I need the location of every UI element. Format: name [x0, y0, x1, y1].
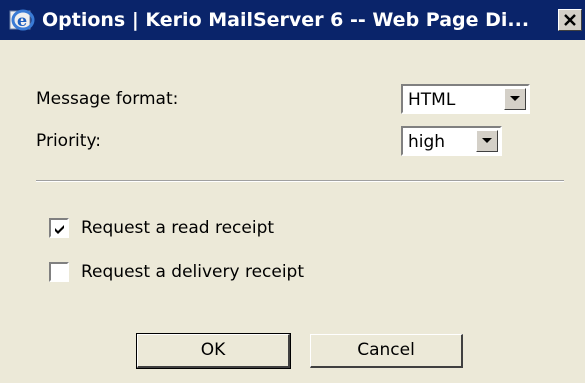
read-receipt-label[interactable]: Request a read receipt	[81, 218, 274, 238]
delivery-receipt-checkbox[interactable]	[49, 262, 69, 282]
window-title: Options | Kerio MailServer 6 -- Web Page…	[42, 9, 530, 31]
priority-label: Priority:	[36, 131, 101, 151]
message-format-value: HTML	[408, 90, 456, 110]
separator	[36, 180, 564, 182]
internet-explorer-icon: e	[8, 7, 36, 33]
svg-text:e: e	[17, 11, 27, 30]
message-format-select[interactable]: HTML	[401, 84, 530, 114]
priority-value: high	[408, 132, 446, 152]
cancel-button[interactable]: Cancel	[310, 334, 463, 368]
read-receipt-checkbox[interactable]	[49, 218, 69, 238]
chevron-down-icon	[482, 138, 492, 143]
title-bar[interactable]: e Options | Kerio MailServer 6 -- Web Pa…	[0, 0, 585, 40]
checkmark-icon	[55, 225, 64, 234]
ok-button[interactable]: OK	[136, 333, 291, 369]
close-button[interactable]	[558, 9, 582, 31]
priority-dropdown-button[interactable]	[476, 130, 498, 152]
priority-select[interactable]: high	[401, 126, 502, 156]
options-dialog: e Options | Kerio MailServer 6 -- Web Pa…	[0, 0, 585, 383]
chevron-down-icon	[510, 96, 520, 101]
message-format-label: Message format:	[36, 89, 179, 109]
message-format-dropdown-button[interactable]	[504, 88, 526, 110]
delivery-receipt-label[interactable]: Request a delivery receipt	[81, 262, 304, 282]
